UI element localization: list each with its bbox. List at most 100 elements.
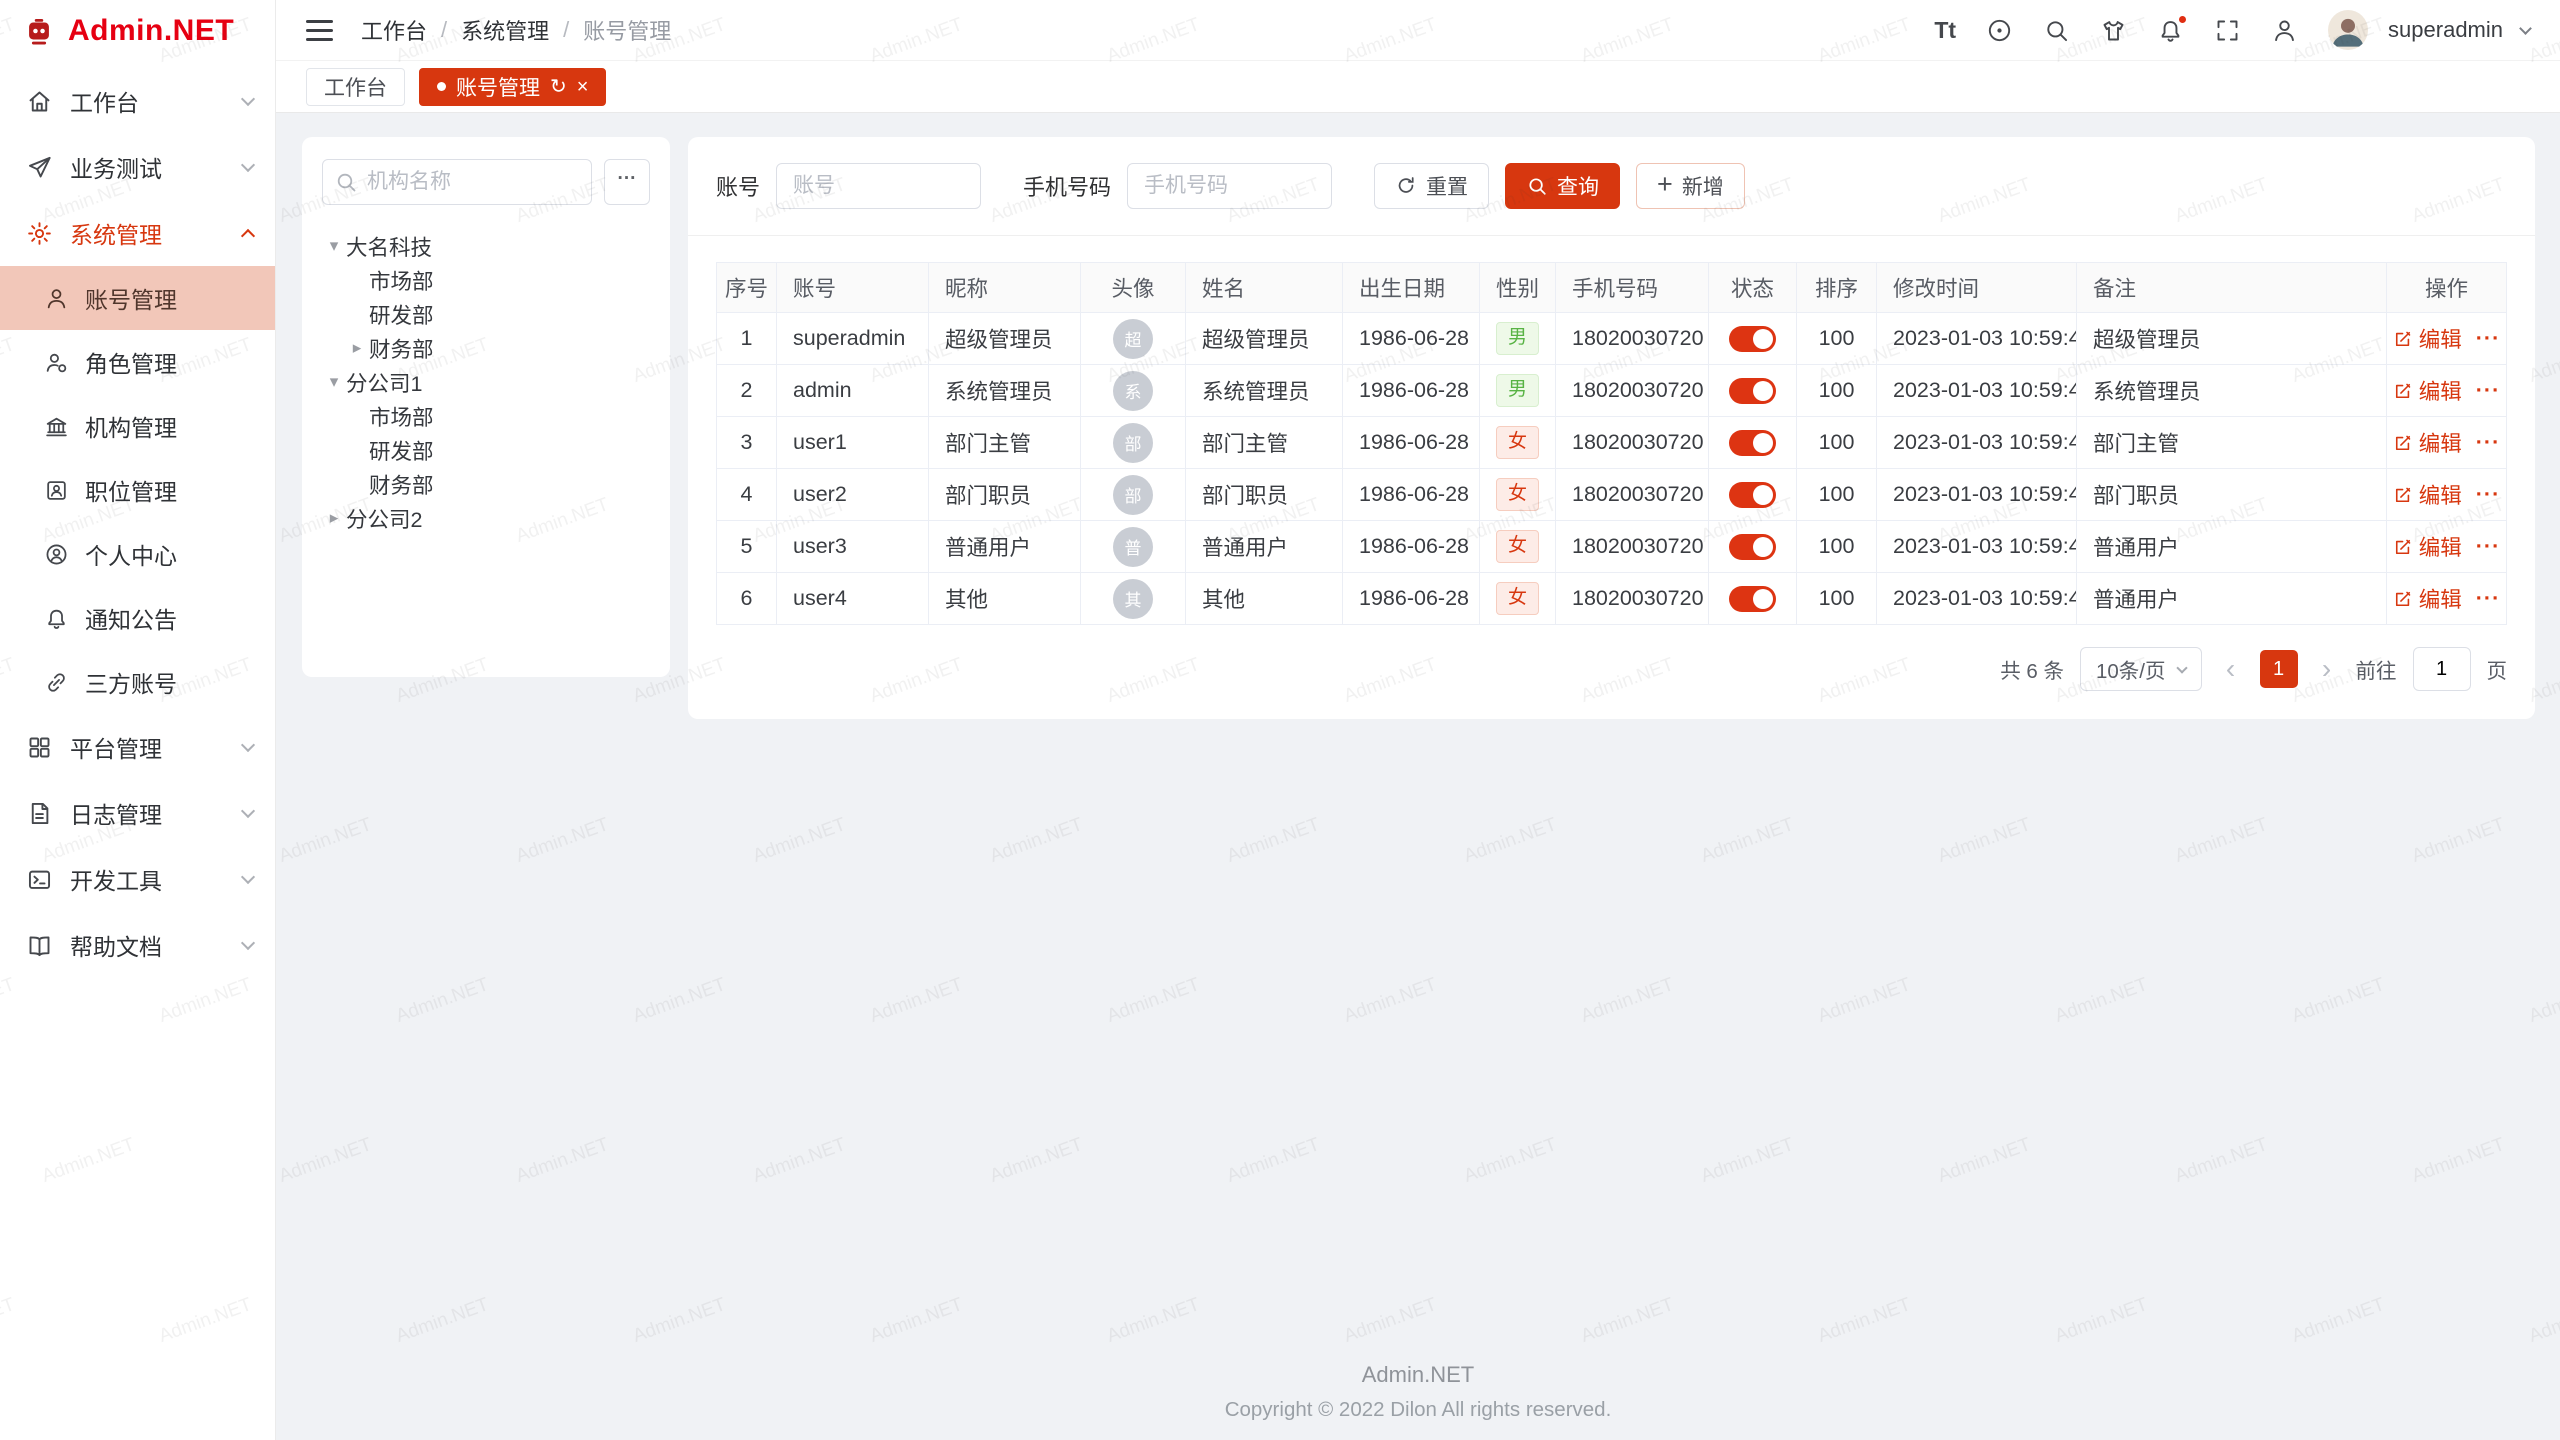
org-tree: ▾大名科技 市场部 研发部 ▸财务部 ▾分公司1 市场部 研发部 财务部 ▸分公… bbox=[322, 229, 650, 535]
edit-button[interactable]: 编辑 bbox=[2393, 531, 2462, 562]
status-toggle[interactable] bbox=[1729, 326, 1776, 352]
tree-node[interactable]: ▾大名科技 bbox=[322, 229, 650, 263]
edit-label: 编辑 bbox=[2419, 583, 2462, 614]
bell-icon bbox=[44, 606, 69, 631]
caret-right-icon[interactable]: ▸ bbox=[322, 508, 346, 528]
table-header-row: 序号 账号 昵称 头像 姓名 出生日期 性别 手机号码 状态 排序 修改时间 备… bbox=[717, 263, 2507, 313]
language-icon[interactable] bbox=[1986, 17, 2013, 44]
status-toggle[interactable] bbox=[1729, 378, 1776, 404]
status-toggle[interactable] bbox=[1729, 430, 1776, 456]
edit-button[interactable]: 编辑 bbox=[2393, 323, 2462, 354]
username[interactable]: superadmin bbox=[2388, 17, 2503, 43]
refresh-icon bbox=[1395, 175, 1417, 197]
org-more-button[interactable]: ··· bbox=[604, 159, 650, 205]
org-search-input[interactable] bbox=[322, 159, 592, 205]
sidebar-item-system[interactable]: 系统管理 bbox=[0, 200, 275, 266]
caret-down-icon[interactable]: ▾ bbox=[322, 236, 346, 256]
caret-down-icon[interactable]: ▾ bbox=[322, 372, 346, 392]
home-icon bbox=[26, 88, 53, 115]
cell-account: user2 bbox=[777, 469, 929, 521]
col-actions: 操作 bbox=[2387, 263, 2507, 313]
row-more-button[interactable]: ··· bbox=[2476, 326, 2500, 350]
gender-badge: 女 bbox=[1496, 426, 1539, 459]
search-icon[interactable] bbox=[2043, 17, 2070, 44]
cell-sort: 100 bbox=[1797, 365, 1877, 417]
edit-icon bbox=[2393, 433, 2413, 453]
prev-page-button[interactable]: ‹ bbox=[2218, 655, 2244, 683]
col-index: 序号 bbox=[717, 263, 777, 313]
tab-workbench[interactable]: 工作台 bbox=[306, 68, 405, 106]
tree-node-label: 研发部 bbox=[369, 299, 434, 330]
notification-bell-icon[interactable] bbox=[2157, 17, 2184, 44]
sidebar-item-account-mgmt[interactable]: 账号管理 bbox=[0, 266, 275, 330]
caret-right-icon[interactable]: ▸ bbox=[345, 338, 369, 358]
chevron-down-icon[interactable] bbox=[2519, 22, 2532, 35]
edit-button[interactable]: 编辑 bbox=[2393, 375, 2462, 406]
sidebar-item-platform[interactable]: 平台管理 bbox=[0, 714, 275, 780]
breadcrumb-item-current: 账号管理 bbox=[583, 14, 671, 46]
app-logo[interactable]: Admin.NET bbox=[0, 0, 275, 62]
goto-page-input[interactable] bbox=[2413, 647, 2471, 691]
tree-node[interactable]: ▸分公司2 bbox=[322, 501, 650, 535]
cell-remark: 系统管理员 bbox=[2077, 365, 2387, 417]
cell-name: 部门主管 bbox=[1186, 417, 1343, 469]
sidebar-item-help-docs[interactable]: 帮助文档 bbox=[0, 912, 275, 978]
next-page-button[interactable]: › bbox=[2314, 655, 2340, 683]
edit-button[interactable]: 编辑 bbox=[2393, 479, 2462, 510]
account-table-panel: 账号 手机号码 重置 查询 + 新增 bbox=[688, 137, 2535, 719]
tree-node[interactable]: ▸财务部 bbox=[322, 331, 650, 365]
tree-node[interactable]: 研发部 bbox=[322, 297, 650, 331]
fullscreen-icon[interactable] bbox=[2214, 17, 2241, 44]
tree-node[interactable]: 市场部 bbox=[322, 399, 650, 433]
cell-avatar: 部 bbox=[1081, 417, 1186, 469]
row-more-button[interactable]: ··· bbox=[2476, 378, 2500, 402]
breadcrumb-separator: / bbox=[441, 17, 447, 43]
tab-account-mgmt[interactable]: 账号管理 ↻ × bbox=[419, 68, 606, 106]
sidebar-item-dev-tools[interactable]: 开发工具 bbox=[0, 846, 275, 912]
search-button[interactable]: 查询 bbox=[1505, 163, 1620, 209]
sidebar-item-personal-center[interactable]: 个人中心 bbox=[0, 522, 275, 586]
breadcrumb-item[interactable]: 工作台 bbox=[361, 14, 427, 46]
tree-node[interactable]: ▾分公司1 bbox=[322, 365, 650, 399]
phone-input[interactable] bbox=[1127, 163, 1332, 209]
page-size-select[interactable]: 10条/页 bbox=[2080, 647, 2202, 691]
status-toggle[interactable] bbox=[1729, 586, 1776, 612]
cell-gender: 女 bbox=[1480, 469, 1556, 521]
add-button[interactable]: + 新增 bbox=[1636, 163, 1745, 209]
sidebar-item-business-test[interactable]: 业务测试 bbox=[0, 134, 275, 200]
sidebar-item-log[interactable]: 日志管理 bbox=[0, 780, 275, 846]
sidebar-item-notice[interactable]: 通知公告 bbox=[0, 586, 275, 650]
bank-icon bbox=[44, 414, 69, 439]
status-toggle[interactable] bbox=[1729, 534, 1776, 560]
sidebar-item-workbench[interactable]: 工作台 bbox=[0, 68, 275, 134]
sidebar-item-role-mgmt[interactable]: 角色管理 bbox=[0, 330, 275, 394]
sidebar: Admin.NET 工作台 业务测试 系统管理 账号管理 角色管理 bbox=[0, 0, 276, 1440]
cell-phone: 18020030720 bbox=[1556, 313, 1709, 365]
user-avatar[interactable] bbox=[2328, 10, 2368, 50]
sidebar-item-third-party[interactable]: 三方账号 bbox=[0, 650, 275, 714]
row-more-button[interactable]: ··· bbox=[2476, 534, 2500, 558]
tree-node[interactable]: 财务部 bbox=[322, 467, 650, 501]
page-1-button[interactable]: 1 bbox=[2260, 650, 2298, 688]
edit-button[interactable]: 编辑 bbox=[2393, 427, 2462, 458]
tree-node[interactable]: 市场部 bbox=[322, 263, 650, 297]
row-more-button[interactable]: ··· bbox=[2476, 586, 2500, 610]
tab-close-icon[interactable]: × bbox=[577, 77, 589, 97]
row-more-button[interactable]: ··· bbox=[2476, 482, 2500, 506]
sidebar-item-org-mgmt[interactable]: 机构管理 bbox=[0, 394, 275, 458]
sidebar-item-position-mgmt[interactable]: 职位管理 bbox=[0, 458, 275, 522]
menu-collapse-button[interactable] bbox=[306, 20, 333, 41]
edit-button[interactable]: 编辑 bbox=[2393, 583, 2462, 614]
cell-index: 4 bbox=[717, 469, 777, 521]
row-more-button[interactable]: ··· bbox=[2476, 430, 2500, 454]
reset-button[interactable]: 重置 bbox=[1374, 163, 1489, 209]
tree-node[interactable]: 研发部 bbox=[322, 433, 650, 467]
tab-refresh-icon[interactable]: ↻ bbox=[550, 77, 567, 97]
font-size-icon[interactable]: Tt bbox=[1934, 17, 1956, 44]
account-input[interactable] bbox=[776, 163, 981, 209]
cell-birthdate: 1986-06-28 bbox=[1343, 313, 1480, 365]
status-toggle[interactable] bbox=[1729, 482, 1776, 508]
breadcrumb-item[interactable]: 系统管理 bbox=[461, 14, 549, 46]
theme-icon[interactable] bbox=[2100, 17, 2127, 44]
profile-icon[interactable] bbox=[2271, 17, 2298, 44]
